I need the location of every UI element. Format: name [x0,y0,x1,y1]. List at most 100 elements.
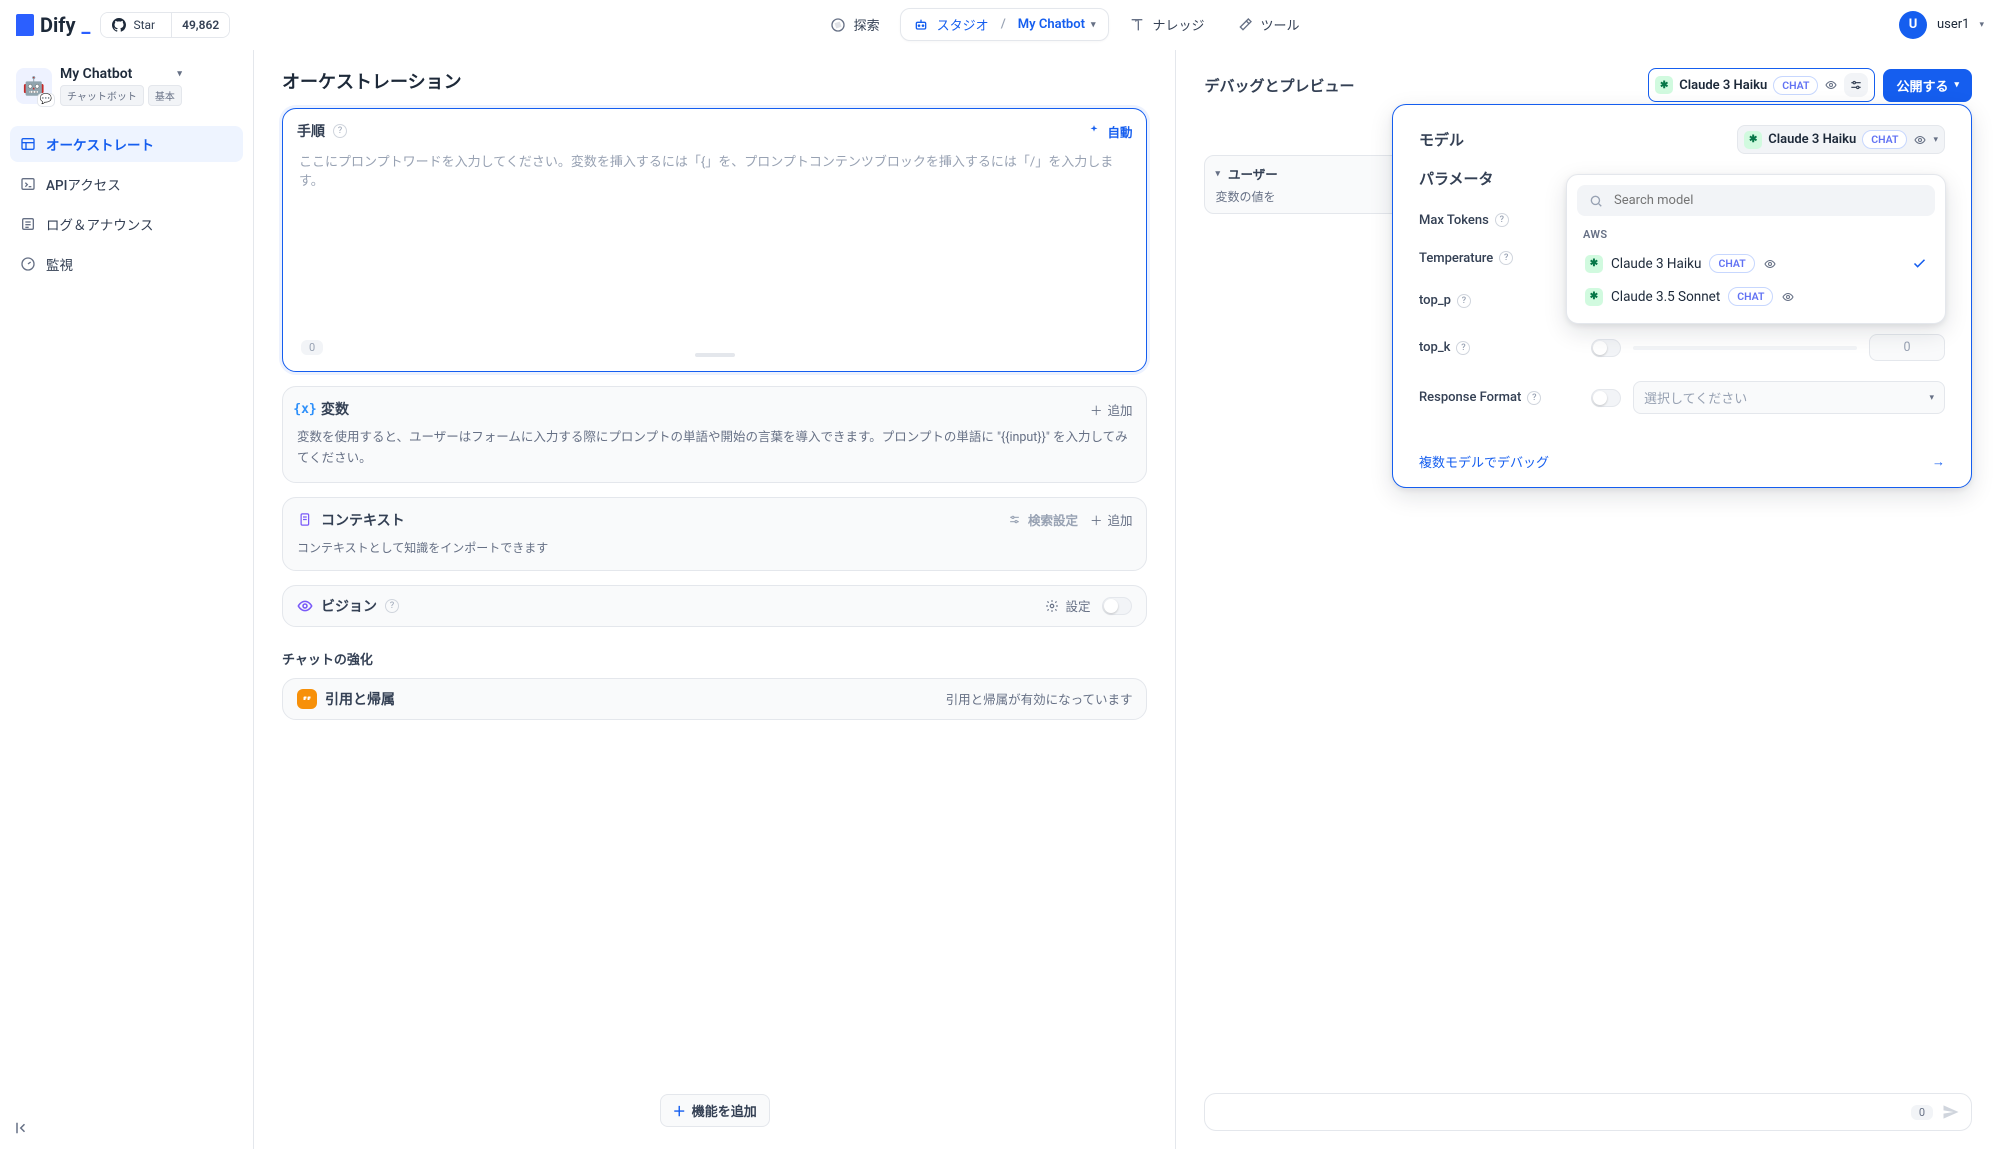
help-icon[interactable]: ? [1495,213,1509,227]
vision-panel: ビジョン ? 設定 [282,585,1147,627]
search-icon [1588,193,1604,209]
user-avatar[interactable]: U [1899,11,1927,39]
app-card[interactable]: 🤖 💬 My Chatbot ▾ チャットボット 基本 [10,60,243,112]
settings-button[interactable] [1844,73,1868,97]
model-search[interactable] [1577,185,1935,216]
compass-icon [830,17,846,33]
add-variable[interactable]: ＋ 追加 [1090,400,1133,419]
model-option-claude-3-5-sonnet[interactable]: ✱ Claude 3.5 Sonnet CHAT [1577,280,1935,313]
side-nav: オーケストレート APIアクセス ログ＆アナウンス 監視 [10,126,243,282]
eye-icon [1763,257,1777,271]
sliders-icon [1007,512,1023,528]
vision-settings[interactable]: 設定 [1044,596,1090,615]
top-nav: 探索 スタジオ / My Chatbot ▾ ナレッジ ツール [240,8,1889,41]
debug-column: デバッグとプレビュー ✱ Claude 3 Haiku CHAT [1176,50,2000,1149]
check-icon [1912,256,1927,271]
braces-icon: {x} [297,401,313,417]
hammer-icon [1237,17,1253,33]
param-response-format: Response Format ? 選択してください ▾ [1419,371,1945,424]
header-right: U user1 ▾ [1899,11,1984,39]
sidenav-monitor[interactable]: 監視 [10,246,243,282]
anthropic-icon: ✱ [1744,131,1762,149]
multi-model-debug-link[interactable]: 複数モデルでデバッグ [1419,452,1549,471]
app-title: My Chatbot [60,66,132,82]
prompt-char-count: 0 [301,340,323,355]
add-feature-button[interactable]: ＋ 機能を追加 [660,1094,770,1127]
nav-current-app[interactable]: My Chatbot ▾ [1018,17,1096,32]
response-format-toggle[interactable] [1591,389,1621,407]
help-icon[interactable]: ? [1457,294,1471,308]
anthropic-icon: ✱ [1585,255,1603,273]
help-icon[interactable]: ? [333,124,347,138]
chevron-down-icon[interactable]: ▾ [1979,20,1984,30]
app-mode-badge: 基本 [148,85,182,106]
publish-button[interactable]: 公開する ▾ [1883,69,1972,102]
eye-icon [1781,290,1795,304]
model-picker[interactable]: ✱ Claude 3 Haiku CHAT ▾ [1737,125,1945,154]
orchestration-column: オーケストレーション 手順 ? 自動 [254,50,1176,1149]
model-option-claude-3-haiku[interactable]: ✱ Claude 3 Haiku CHAT [1577,247,1935,280]
eye-icon [297,598,313,614]
top-k-slider[interactable] [1633,339,1857,357]
plus-icon: ＋ [1090,510,1103,529]
github-icon [111,17,127,33]
variables-title: 変数 [321,399,349,419]
model-label: モデル [1419,129,1464,150]
nav-tools[interactable]: ツール [1225,9,1312,40]
arrow-right-icon[interactable]: → [1932,454,1945,470]
list-icon [20,216,36,232]
sidebar-collapse[interactable] [14,1119,32,1137]
github-star[interactable]: Star 49,862 [100,12,230,38]
nav-studio[interactable]: スタジオ / My Chatbot ▾ [900,8,1109,41]
top-k-value[interactable]: 0 [1869,334,1945,361]
logo[interactable]: Dify_ [16,13,90,37]
document-icon [297,512,313,528]
context-title: コンテキスト [321,510,405,530]
model-search-input[interactable] [1612,192,1924,209]
chevron-down-icon: ▾ [1215,169,1220,179]
send-icon[interactable] [1941,1102,1961,1122]
citation-panel: 引用と帰属 引用と帰属が有効になっています [282,678,1147,720]
help-icon[interactable]: ? [1456,341,1470,355]
search-settings[interactable]: 検索設定 [1007,510,1078,529]
plus-icon: ＋ [673,1101,686,1120]
chevron-down-icon: ▾ [1933,135,1938,145]
context-panel: コンテキスト 検索設定 ＋ 追加 [282,497,1147,571]
terminal-icon [20,176,36,192]
app-type-badge: チャットボット [60,85,144,106]
anthropic-icon: ✱ [1585,288,1603,306]
logo-mark [16,14,34,36]
vision-title: ビジョン [321,596,377,616]
quote-icon [297,689,317,709]
help-icon[interactable]: ? [1499,251,1513,265]
logo-text: Dify [40,13,76,37]
prompt-textarea[interactable] [297,149,1132,329]
chevron-down-icon: ▾ [1954,80,1959,90]
help-icon[interactable]: ? [385,599,399,613]
add-context[interactable]: ＋ 追加 [1090,510,1133,529]
param-top-k: top_k ? 0 [1419,324,1945,371]
vision-toggle[interactable] [1102,597,1132,615]
sidenav-api-access[interactable]: APIアクセス [10,166,243,202]
sidenav-logs[interactable]: ログ＆アナウンス [10,206,243,242]
app-emoji: 🤖 💬 [16,68,52,104]
nav-knowledge[interactable]: ナレッジ [1117,9,1217,40]
eye-icon [1824,78,1838,92]
response-format-select[interactable]: 選択してください ▾ [1633,381,1945,414]
top-k-toggle[interactable] [1591,339,1621,357]
anthropic-icon: ✱ [1655,76,1673,94]
sidenav-orchestrate[interactable]: オーケストレート [10,126,243,162]
context-hint: コンテキストとして知識をインポートできます [297,538,1132,558]
book-icon [1129,17,1145,33]
chevron-down-icon[interactable]: ▾ [177,69,182,79]
resize-handle[interactable] [695,353,735,357]
layout-icon [20,136,36,152]
chat-char-count: 0 [1911,1105,1933,1120]
auto-generate[interactable]: 自動 [1086,122,1132,141]
nav-explore[interactable]: 探索 [818,9,892,40]
chat-input[interactable]: 0 [1204,1093,1972,1131]
help-icon[interactable]: ? [1527,391,1541,405]
gear-icon [1044,598,1060,614]
enhance-heading: チャットの強化 [282,649,1147,668]
model-selector-top[interactable]: ✱ Claude 3 Haiku CHAT [1648,68,1875,102]
